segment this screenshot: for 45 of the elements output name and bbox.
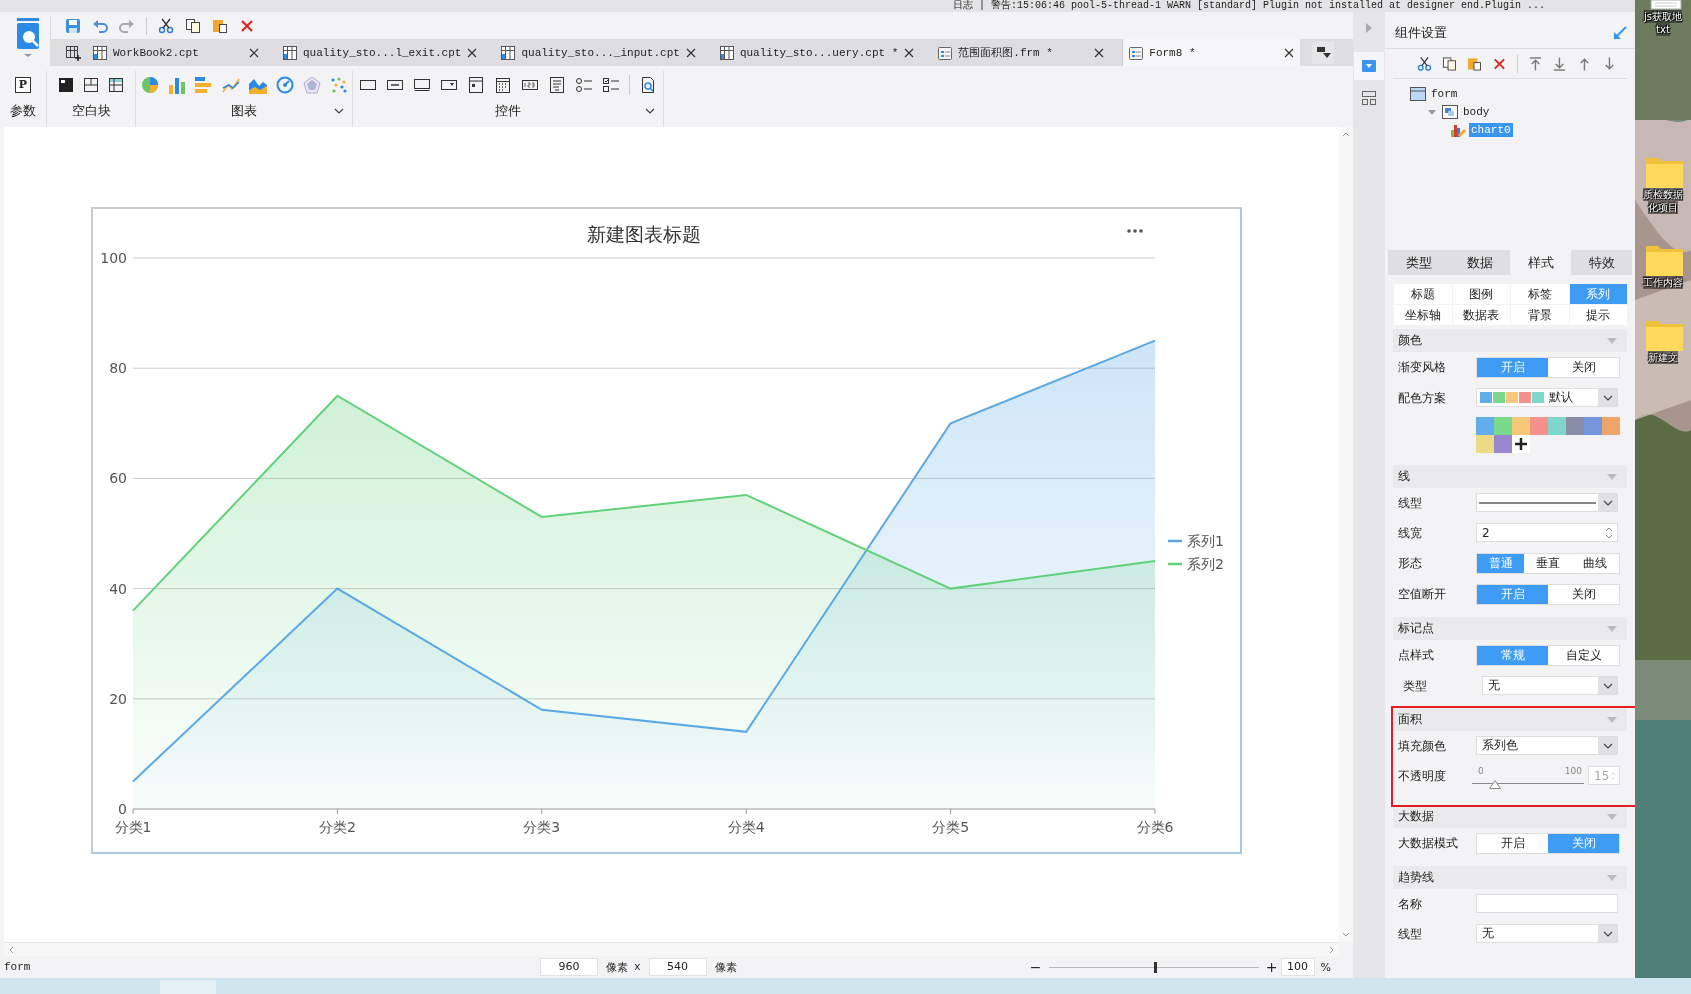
- group-label: 空白块: [71, 102, 111, 120]
- unit-label: 像素: [714, 959, 737, 975]
- times-sign: x: [634, 961, 641, 973]
- x-axis-label: 分类2: [318, 819, 356, 835]
- panel-title: 组件设置: [1395, 24, 1447, 42]
- group-label: 控件: [495, 102, 521, 120]
- field-label: 点样式: [1397, 647, 1435, 664]
- x-axis-label: 分类3: [523, 819, 561, 835]
- x-axis-label: 分类5: [932, 819, 970, 835]
- field-label: 不透明度: [1397, 768, 1447, 785]
- group-label: 参数: [10, 102, 36, 120]
- field-label: 线宽: [1397, 525, 1423, 542]
- section-title: 趋势线: [1398, 869, 1434, 886]
- y-axis-label: 0: [118, 801, 127, 817]
- field-label: 填充颜色: [1397, 738, 1447, 755]
- log-message: 日志 | 警告:15:06:46 pool-5-thread-1 WARN [standard] Plugin not installed at designer end.Plugin ...: [952, 0, 1545, 12]
- y-axis-label: 20: [109, 690, 127, 707]
- x-axis-label: 分类4: [727, 819, 765, 835]
- section-title: 线: [1398, 468, 1410, 485]
- group-label: 图表: [231, 102, 257, 120]
- field-label: 线型: [1397, 926, 1423, 943]
- field-label: 渐变风格: [1397, 359, 1447, 376]
- status-text: form: [3, 961, 32, 973]
- slider-max-label: 100: [1564, 766, 1582, 778]
- field-label: 大数据模式: [1397, 835, 1459, 852]
- section-title: 面积: [1398, 711, 1422, 728]
- field-label: 线型: [1397, 495, 1423, 512]
- field-label: 名称: [1397, 896, 1423, 913]
- slider-min-label: 0: [1478, 766, 1484, 778]
- percent-label: %: [1320, 960, 1331, 974]
- x-axis-label: 分类1: [114, 819, 152, 835]
- chart-title: 新建图表标题: [587, 223, 701, 245]
- field-label: 形态: [1397, 555, 1423, 572]
- unit-label: 像素: [606, 959, 628, 975]
- section-title: 标记点: [1398, 620, 1434, 637]
- section-title: 大数据: [1398, 808, 1434, 825]
- y-axis-label: 100: [100, 250, 127, 266]
- section-title: 颜色: [1398, 332, 1422, 349]
- field-label: 空值断开: [1397, 586, 1447, 603]
- y-axis-label: 80: [109, 360, 127, 377]
- y-axis-label: 40: [109, 580, 127, 597]
- y-axis-label: 60: [109, 470, 127, 487]
- x-axis-label: 分类6: [1136, 819, 1174, 835]
- field-label: 配色方案: [1397, 390, 1447, 407]
- field-label: 类型: [1402, 678, 1428, 695]
